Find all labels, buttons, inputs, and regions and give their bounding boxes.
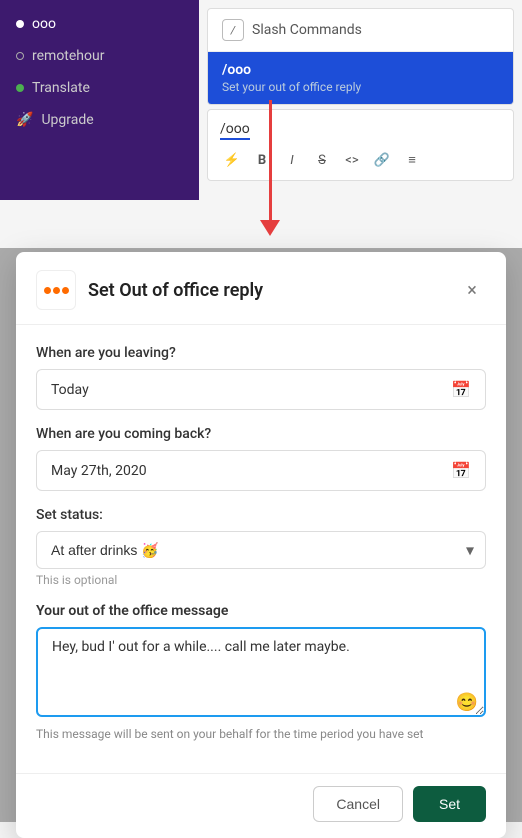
modal-header: Set Out of office reply × [16,252,506,325]
link-button[interactable]: 🔗 [370,148,394,172]
ooo-modal: Set Out of office reply × When are you l… [16,252,506,838]
set-button[interactable]: Set [413,786,486,822]
message-textarea[interactable] [36,627,486,717]
modal-footer: Cancel Set [16,773,506,838]
status-label: Set status: [36,507,486,523]
sidebar-item-label: Upgrade [41,112,93,128]
leaving-field-group: When are you leaving? Today 📅 [36,345,486,410]
text-input-area: /ooo ⚡ B I S <> 🔗 ≡ [207,109,514,181]
modal-title: Set Out of office reply [88,280,446,301]
arrow-head [260,220,280,236]
lightning-button[interactable]: ⚡ [220,148,244,172]
sidebar-item-label: ooo [32,16,56,32]
ooo-logo [44,287,69,294]
input-value[interactable]: /ooo [220,121,250,140]
arrow-indicator [260,100,280,236]
italic-button[interactable]: I [280,148,304,172]
message-field-group: Your out of the office message 😊 This me… [36,603,486,741]
leaving-date-value: Today [51,382,89,398]
slash-icon: / [222,19,244,41]
leaving-date-input[interactable]: Today 📅 [36,369,486,410]
modal-overlay: Set Out of office reply × When are you l… [0,248,522,822]
cancel-button[interactable]: Cancel [313,786,403,822]
arrow-line [269,100,272,220]
slash-item-name: /ooo [222,62,499,78]
sidebar-item-upgrade[interactable]: 🚀 Upgrade [0,104,199,136]
leaving-label: When are you leaving? [36,345,486,361]
slash-item-desc: Set your out of office reply [222,80,499,94]
coming-back-date-input[interactable]: May 27th, 2020 📅 [36,450,486,491]
slash-command-ooo[interactable]: /ooo Set your out of office reply [208,52,513,104]
message-textarea-wrapper: 😊 [36,627,486,721]
coming-back-field-group: When are you coming back? May 27th, 2020… [36,426,486,491]
sidebar: ooo remotehour Translate 🚀 Upgrade [0,0,199,200]
sidebar-item-translate[interactable]: Translate [0,72,199,104]
slash-commands-header: / Slash Commands [208,9,513,52]
message-label: Your out of the office message [36,603,486,619]
rocket-icon: 🚀 [16,112,33,128]
modal-logo [36,270,76,310]
status-select[interactable]: At after drinks 🥳 [36,531,486,569]
slash-commands-panel: / Slash Commands /ooo Set your out of of… [207,8,514,105]
sidebar-item-label: remotehour [32,48,104,64]
dot-icon [16,52,24,60]
slash-commands-title: Slash Commands [252,22,362,38]
modal-body: When are you leaving? Today 📅 When are y… [16,325,506,773]
sidebar-item-ooo[interactable]: ooo [0,8,199,40]
coming-back-date-value: May 27th, 2020 [51,463,147,479]
coming-back-label: When are you coming back? [36,426,486,442]
strikethrough-button[interactable]: S [310,148,334,172]
dot-icon [16,20,24,28]
status-field-group: Set status: At after drinks 🥳 ▾ This is … [36,507,486,587]
calendar-icon: 📅 [451,461,471,480]
sidebar-item-label: Translate [32,80,90,96]
dot-icon [16,84,24,92]
calendar-icon: 📅 [451,380,471,399]
close-button[interactable]: × [458,276,486,304]
status-select-wrapper: At after drinks 🥳 ▾ [36,531,486,569]
code-button[interactable]: <> [340,148,364,172]
emoji-button[interactable]: 😊 [456,692,478,713]
message-hint: This message will be sent on your behalf… [36,727,486,741]
optional-hint: This is optional [36,573,486,587]
list-button[interactable]: ≡ [400,148,424,172]
sidebar-item-remotehour[interactable]: remotehour [0,40,199,72]
